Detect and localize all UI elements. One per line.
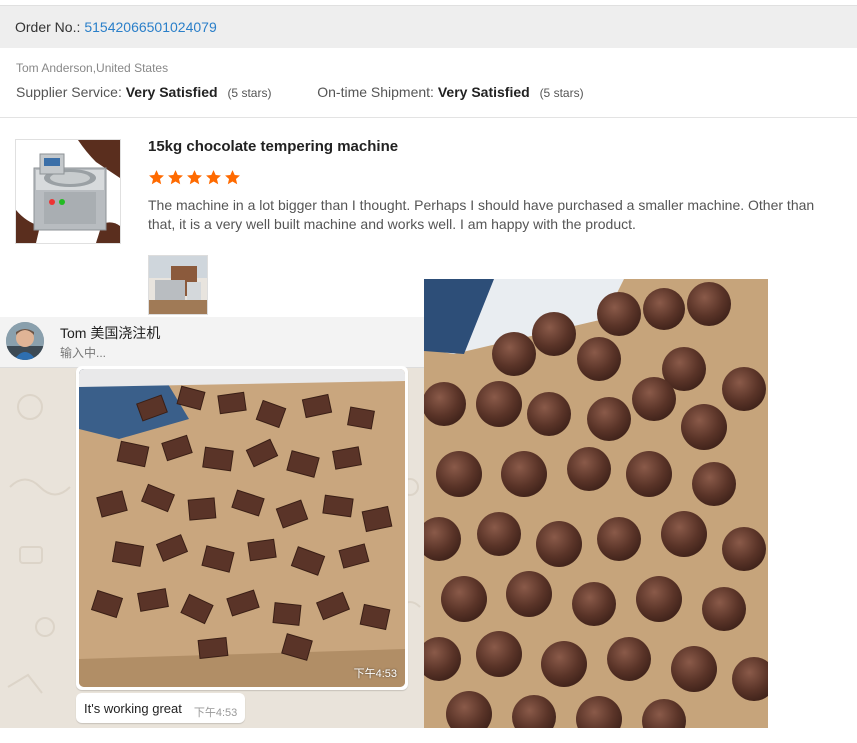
- star-icon: [205, 169, 222, 186]
- chat-image-message[interactable]: 下午4:53: [76, 366, 408, 690]
- star-icon: [224, 169, 241, 186]
- chat-typing-status: 输入中...: [60, 346, 107, 360]
- star-icon: [167, 169, 184, 186]
- chat-contact-name: Tom 美国浇注机: [60, 325, 161, 341]
- order-header-bar: Order No.: 51542066501024079: [0, 5, 857, 48]
- image-timestamp: 下午4:53: [353, 668, 397, 680]
- review-photo-thumbnail[interactable]: [148, 255, 208, 315]
- message-text: It's working great: [84, 700, 182, 716]
- chat-text-message[interactable]: It's working great 下午4:53: [76, 693, 246, 723]
- supplier-service-stars: (5 stars): [227, 86, 272, 100]
- product-title[interactable]: 15kg chocolate tempering machine: [148, 138, 398, 155]
- product-star-rating: [148, 169, 241, 186]
- chocolate-bars-photo: 下午4:53: [79, 369, 405, 687]
- bottom-spacer: [0, 728, 857, 743]
- star-icon: [186, 169, 203, 186]
- order-number-label: Order No.:: [15, 19, 81, 35]
- shipment-label: On-time Shipment:: [317, 84, 434, 100]
- message-timestamp: 下午4:53: [193, 707, 238, 719]
- shipment-stars: (5 stars): [539, 86, 584, 100]
- chat-header: Tom 美国浇注机 输入中...: [0, 317, 424, 368]
- star-icon: [148, 169, 165, 186]
- section-divider: [0, 117, 857, 118]
- order-number-link[interactable]: 51542066501024079: [84, 19, 216, 35]
- supplier-service-label: Supplier Service:: [16, 84, 122, 100]
- service-ratings: Supplier Service: Very Satisfied (5 star…: [16, 84, 584, 100]
- contact-avatar[interactable]: [6, 322, 44, 360]
- chocolate-domes-photo[interactable]: [424, 279, 768, 728]
- buyer-name-location: Tom Anderson,United States: [16, 61, 169, 75]
- review-text: The machine in a lot bigger than I thoug…: [148, 197, 815, 232]
- shipment-value: Very Satisfied: [437, 84, 530, 100]
- chat-screenshot: Tom 美国浇注机 输入中... 下午4:53 It's working gre…: [0, 317, 424, 743]
- supplier-service-value: Very Satisfied: [125, 84, 218, 100]
- product-thumbnail[interactable]: [15, 139, 121, 244]
